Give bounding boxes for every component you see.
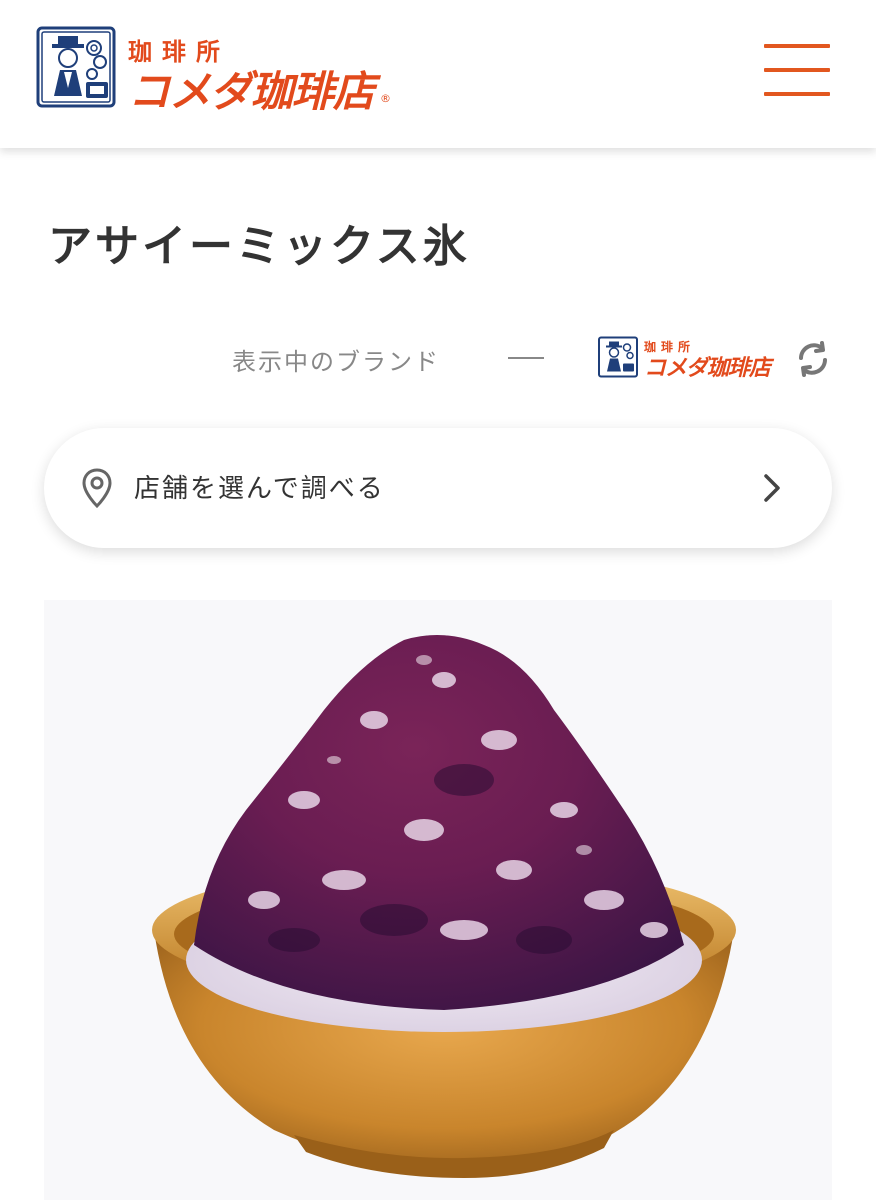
current-brand-logo: 珈琲所 コメダ珈琲店 bbox=[598, 336, 782, 381]
brand-divider bbox=[508, 357, 544, 359]
brand-label: 表示中のブランド bbox=[232, 348, 440, 376]
registered-mark: ® bbox=[380, 92, 391, 105]
brand-logo-wordmark: コメダ珈琲店 bbox=[644, 356, 771, 381]
menu-bar-bottom bbox=[764, 92, 830, 96]
page-title: アサイーミックス氷 bbox=[48, 221, 470, 272]
hamburger-menu-icon[interactable] bbox=[762, 44, 832, 96]
location-pin-icon bbox=[82, 468, 112, 508]
menu-bar-middle bbox=[764, 68, 830, 72]
menu-bar-top bbox=[764, 44, 830, 48]
brand-indicator: 表示中のブランド 珈琲所 コメダ珈琲店 bbox=[0, 330, 876, 386]
store-selector-label: 店舗を選んで調べる bbox=[134, 474, 385, 504]
acai-shaved-ice-illustration bbox=[152, 635, 736, 1178]
logo-wordmark: コメダ珈琲店 bbox=[128, 67, 375, 116]
refresh-icon[interactable] bbox=[794, 340, 832, 378]
chevron-right-icon bbox=[764, 474, 780, 502]
site-header: 珈琲所 コメダ珈琲店 ® bbox=[0, 0, 876, 148]
komeda-mascot-emblem bbox=[36, 26, 116, 108]
product-image bbox=[44, 600, 832, 1200]
store-selector-button[interactable]: 店舗を選んで調べる bbox=[44, 428, 832, 548]
komeda-logo[interactable]: 珈琲所 コメダ珈琲店 ® bbox=[36, 26, 396, 116]
brand-mascot-emblem bbox=[598, 336, 638, 378]
